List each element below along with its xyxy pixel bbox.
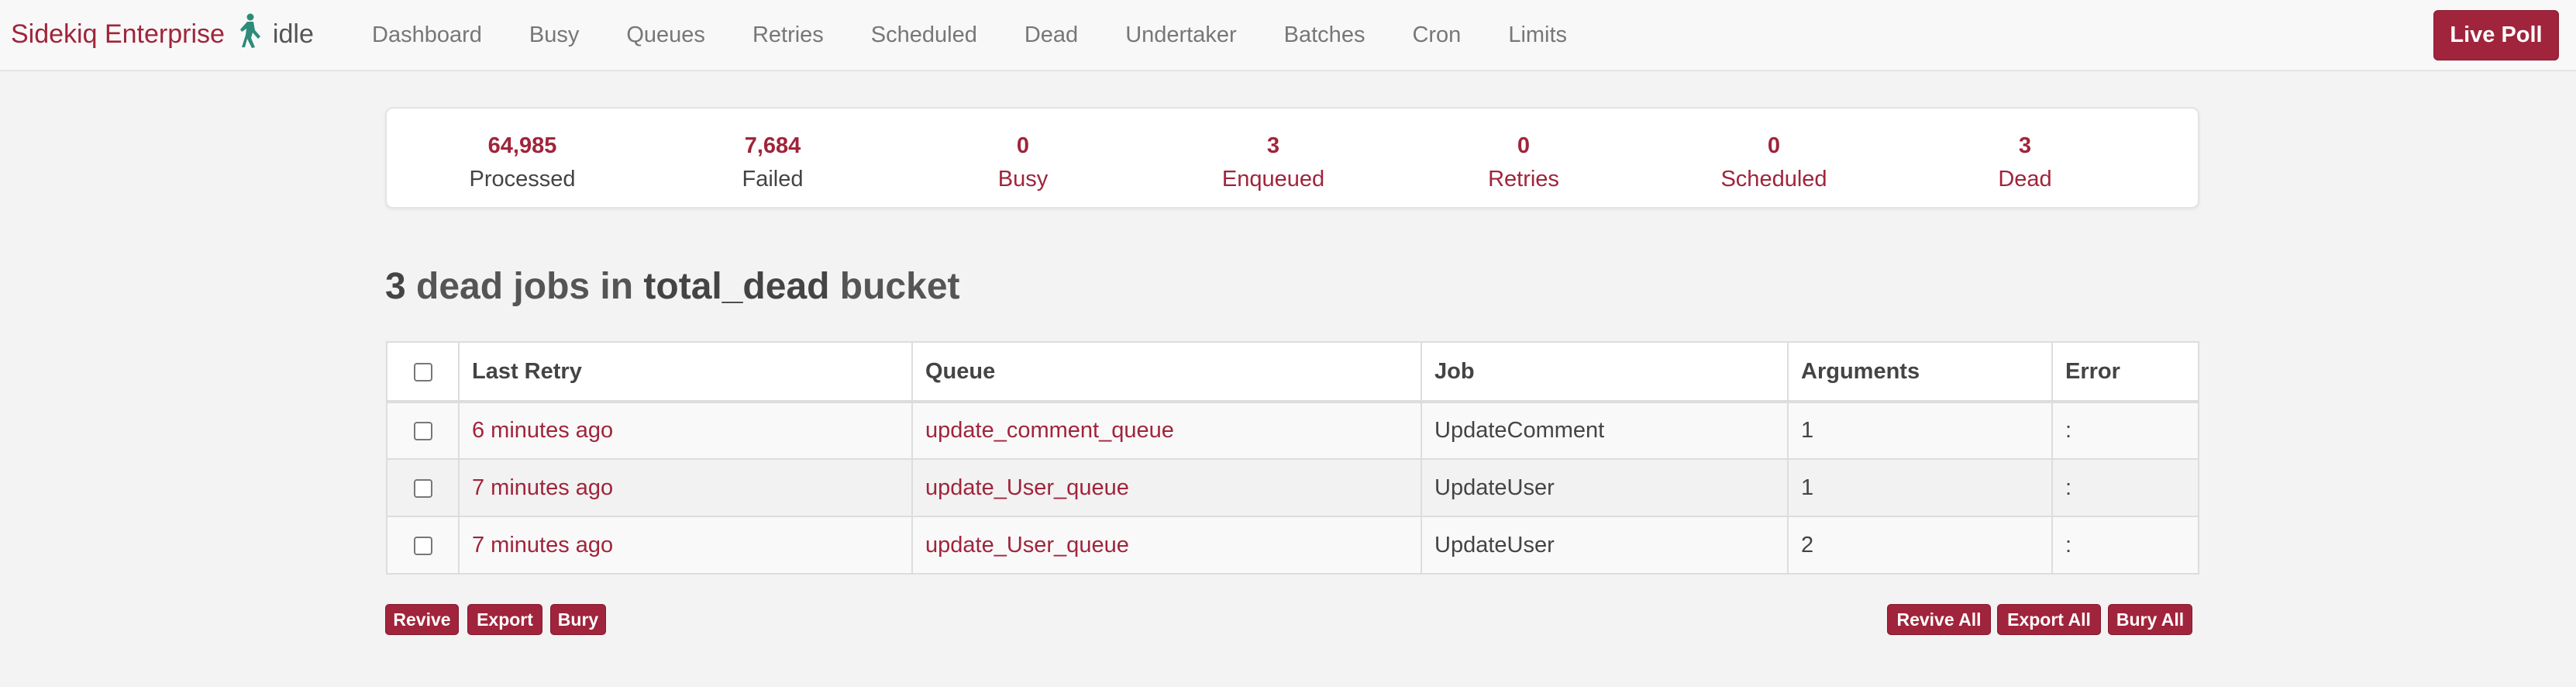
select-all-checkbox[interactable] <box>413 362 432 381</box>
col-job: Job <box>1421 341 1789 403</box>
nav-queues[interactable]: Queues <box>626 22 705 48</box>
row-checkbox[interactable] <box>413 478 432 498</box>
table-row: 7 minutes ago update_User_queue UpdateUs… <box>386 516 2199 575</box>
stat-count[interactable]: 3 <box>1909 130 2141 161</box>
stat-count[interactable]: 0 <box>1407 130 1640 161</box>
job-cell: UpdateComment <box>1421 401 1789 460</box>
nav-batches[interactable]: Batches <box>1284 22 1365 48</box>
queue-cell: update_User_queue <box>911 516 1422 575</box>
brand[interactable]: Sidekiq Enterprise idle <box>11 13 314 50</box>
table-header-row: Last Retry Queue Job Arguments Error <box>386 341 2199 403</box>
stat-failed: 7,684 Failed <box>656 130 889 197</box>
queue-link[interactable]: update_User_queue <box>925 533 1129 558</box>
stat-count[interactable]: 0 <box>1658 130 1890 161</box>
stat-label[interactable]: Dead <box>1909 161 2141 197</box>
stat-label: Processed <box>469 167 576 192</box>
last-retry-link[interactable]: 7 minutes ago <box>472 475 613 500</box>
stat-label: Failed <box>742 167 804 192</box>
nav-cron[interactable]: Cron <box>1412 22 1461 48</box>
error-cell: : <box>2051 401 2199 460</box>
queue-link[interactable]: update_User_queue <box>925 475 1129 500</box>
job-cell: UpdateUser <box>1421 458 1789 517</box>
nav-scheduled[interactable]: Scheduled <box>871 22 977 48</box>
stat-retries[interactable]: 0 Retries <box>1407 130 1640 197</box>
nav-dashboard[interactable]: Dashboard <box>372 22 482 48</box>
stat-busy[interactable]: 0 Busy <box>907 130 1139 197</box>
col-queue: Queue <box>911 341 1422 403</box>
export-all-button[interactable]: Export All <box>1997 604 2101 635</box>
stat-enqueued[interactable]: 3 Enqueued <box>1157 130 1390 197</box>
error-cell: : <box>2051 516 2199 575</box>
heading-suffix: bucket <box>829 266 960 307</box>
stat-count: 7,684 <box>744 133 801 158</box>
bury-button[interactable]: Bury <box>550 604 606 635</box>
row-select-cell <box>386 458 460 517</box>
export-button[interactable]: Export <box>467 604 542 635</box>
last-retry-link[interactable]: 7 minutes ago <box>472 533 613 558</box>
row-checkbox[interactable] <box>413 422 432 441</box>
heading-text: dead jobs in <box>405 266 644 307</box>
last-retry-cell: 6 minutes ago <box>458 401 913 460</box>
sidekiq-kicker-icon <box>234 13 265 49</box>
arguments-cell: 1 <box>1787 458 2053 517</box>
last-retry-cell: 7 minutes ago <box>458 516 913 575</box>
nav-limits[interactable]: Limits <box>1508 22 1567 48</box>
queue-cell: update_comment_queue <box>911 401 1422 460</box>
col-arguments: Arguments <box>1787 341 2053 403</box>
col-last-retry: Last Retry <box>458 341 913 403</box>
nav-undertaker[interactable]: Undertaker <box>1125 22 1236 48</box>
dead-jobs-table: Last Retry Queue Job Arguments Error 6 m… <box>386 341 2199 575</box>
revive-all-button[interactable]: Revive All <box>1887 604 1991 635</box>
stat-processed: 64,985 Processed <box>406 130 639 197</box>
row-select-cell <box>386 401 460 460</box>
status-text: idle <box>272 19 314 49</box>
arguments-cell: 1 <box>1787 401 2053 460</box>
nav-dead[interactable]: Dead <box>1025 22 1078 48</box>
stat-label[interactable]: Busy <box>907 161 1139 197</box>
live-poll-button[interactable]: Live Poll <box>2433 10 2559 60</box>
page-title: 3 dead jobs in total_dead bucket <box>385 265 960 308</box>
stat-count: 64,985 <box>487 133 557 158</box>
nav-retries[interactable]: Retries <box>752 22 824 48</box>
bury-all-button[interactable]: Bury All <box>2108 604 2192 635</box>
stat-count[interactable]: 3 <box>1157 130 1390 161</box>
dead-count: 3 <box>385 266 406 307</box>
stat-dead[interactable]: 3 Dead <box>1909 130 2141 197</box>
stat-scheduled[interactable]: 0 Scheduled <box>1658 130 1890 197</box>
stat-count[interactable]: 0 <box>907 130 1139 161</box>
stat-label[interactable]: Retries <box>1407 161 1640 197</box>
error-cell: : <box>2051 458 2199 517</box>
job-cell: UpdateUser <box>1421 516 1789 575</box>
bucket-name: total_dead <box>643 266 830 307</box>
top-navbar: Sidekiq Enterprise idle Dashboard Busy Q… <box>0 0 2576 71</box>
brand-name[interactable]: Sidekiq Enterprise <box>11 19 225 50</box>
col-error: Error <box>2051 341 2199 403</box>
queue-link[interactable]: update_comment_queue <box>925 418 1174 443</box>
table-row: 7 minutes ago update_User_queue UpdateUs… <box>386 458 2199 517</box>
last-retry-cell: 7 minutes ago <box>458 458 913 517</box>
row-select-cell <box>386 516 460 575</box>
last-retry-link[interactable]: 6 minutes ago <box>472 418 613 443</box>
arguments-cell: 2 <box>1787 516 2053 575</box>
select-all-cell <box>386 341 460 403</box>
queue-cell: update_User_queue <box>911 458 1422 517</box>
table-row: 6 minutes ago update_comment_queue Updat… <box>386 401 2199 460</box>
summary-bar: 64,985 Processed 7,684 Failed 0 Busy 3 E… <box>385 107 2199 209</box>
stat-label[interactable]: Enqueued <box>1157 161 1390 197</box>
nav-busy[interactable]: Busy <box>529 22 579 48</box>
revive-button[interactable]: Revive <box>385 604 459 635</box>
stat-label[interactable]: Scheduled <box>1658 161 1890 197</box>
nav-links: Dashboard Busy Queues Retries Scheduled … <box>372 22 1614 48</box>
row-checkbox[interactable] <box>413 536 432 555</box>
